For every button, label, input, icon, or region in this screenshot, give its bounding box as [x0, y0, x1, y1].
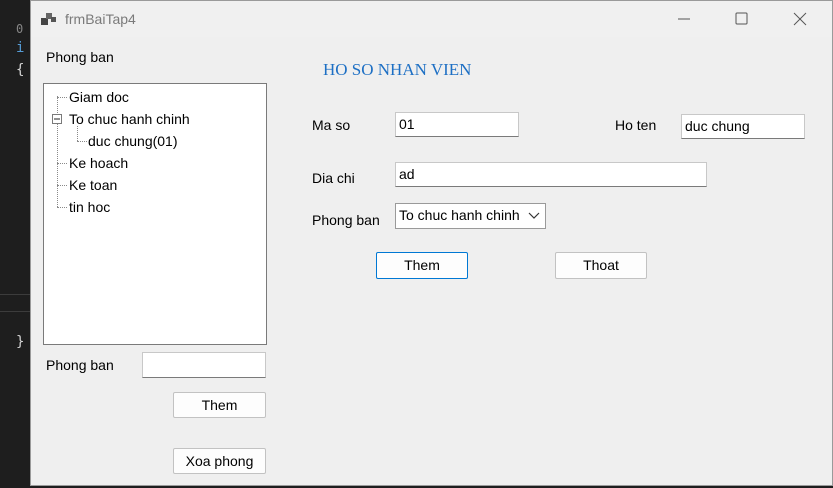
phongban-select-value: To chuc hanh chinh — [399, 207, 520, 223]
window-title: frmBaiTap4 — [65, 11, 136, 27]
hoten-label: Ho ten — [615, 117, 657, 133]
add-department-button[interactable]: Them — [173, 392, 266, 418]
title-bar[interactable]: frmBaiTap4 — [31, 1, 832, 37]
form-heading: HO SO NHAN VIEN — [323, 60, 472, 79]
editor-line-number: 0 — [16, 22, 24, 36]
editor-divider — [0, 311, 30, 312]
tree-connector — [57, 96, 58, 207]
diachi-label: Dia chi — [312, 170, 355, 186]
delete-department-button[interactable]: Xoa phong — [173, 448, 266, 474]
tree-node-ke-toan[interactable]: Ke toan — [69, 177, 117, 193]
editor-brace-open: { — [16, 62, 25, 78]
tree-connector — [57, 207, 67, 208]
tree-node-giam-doc[interactable]: Giam doc — [69, 89, 129, 105]
editor-brace-close: } — [16, 334, 25, 350]
collapse-icon[interactable] — [52, 114, 62, 124]
phongban-form-label: Phong ban — [312, 212, 380, 228]
phongban-label: Phong ban — [46, 357, 114, 373]
maso-input[interactable]: 01 — [395, 112, 519, 137]
add-employee-button[interactable]: Them — [376, 252, 468, 279]
maximize-icon[interactable] — [723, 7, 759, 31]
diachi-input[interactable]: ad — [395, 162, 707, 187]
phongban-select[interactable]: To chuc hanh chinh — [395, 203, 546, 229]
phongban-input[interactable] — [142, 352, 266, 378]
exit-button[interactable]: Thoat — [555, 252, 647, 279]
phongban-group-label: Phong ban — [46, 49, 114, 65]
maso-label: Ma so — [312, 117, 351, 133]
tree-node-to-chuc-hanh-chinh[interactable]: To chuc hanh chinh — [69, 111, 190, 127]
tree-connector — [77, 126, 78, 141]
background-editor: 0 i { } — [0, 0, 30, 488]
app-icon — [41, 13, 56, 25]
chevron-down-icon — [528, 212, 540, 219]
tree-connector — [77, 141, 87, 142]
tree-node-tin-hoc[interactable]: tin hoc — [69, 199, 110, 215]
minimize-icon[interactable] — [666, 7, 702, 31]
tree-connector — [57, 163, 67, 164]
form-window: frmBaiTap4 Phong ban Giam doc To chuc ha… — [30, 0, 833, 486]
tree-connector — [57, 97, 67, 98]
tree-node-ke-hoach[interactable]: Ke hoach — [69, 155, 128, 171]
editor-code: i — [16, 40, 25, 56]
editor-divider — [0, 294, 30, 295]
close-icon[interactable] — [782, 7, 818, 31]
tree-node-duc-chung[interactable]: duc chung(01) — [88, 133, 178, 149]
tree-connector — [57, 185, 67, 186]
hoten-input[interactable]: duc chung — [681, 114, 805, 139]
department-tree[interactable]: Giam doc To chuc hanh chinh duc chung(01… — [43, 83, 267, 345]
